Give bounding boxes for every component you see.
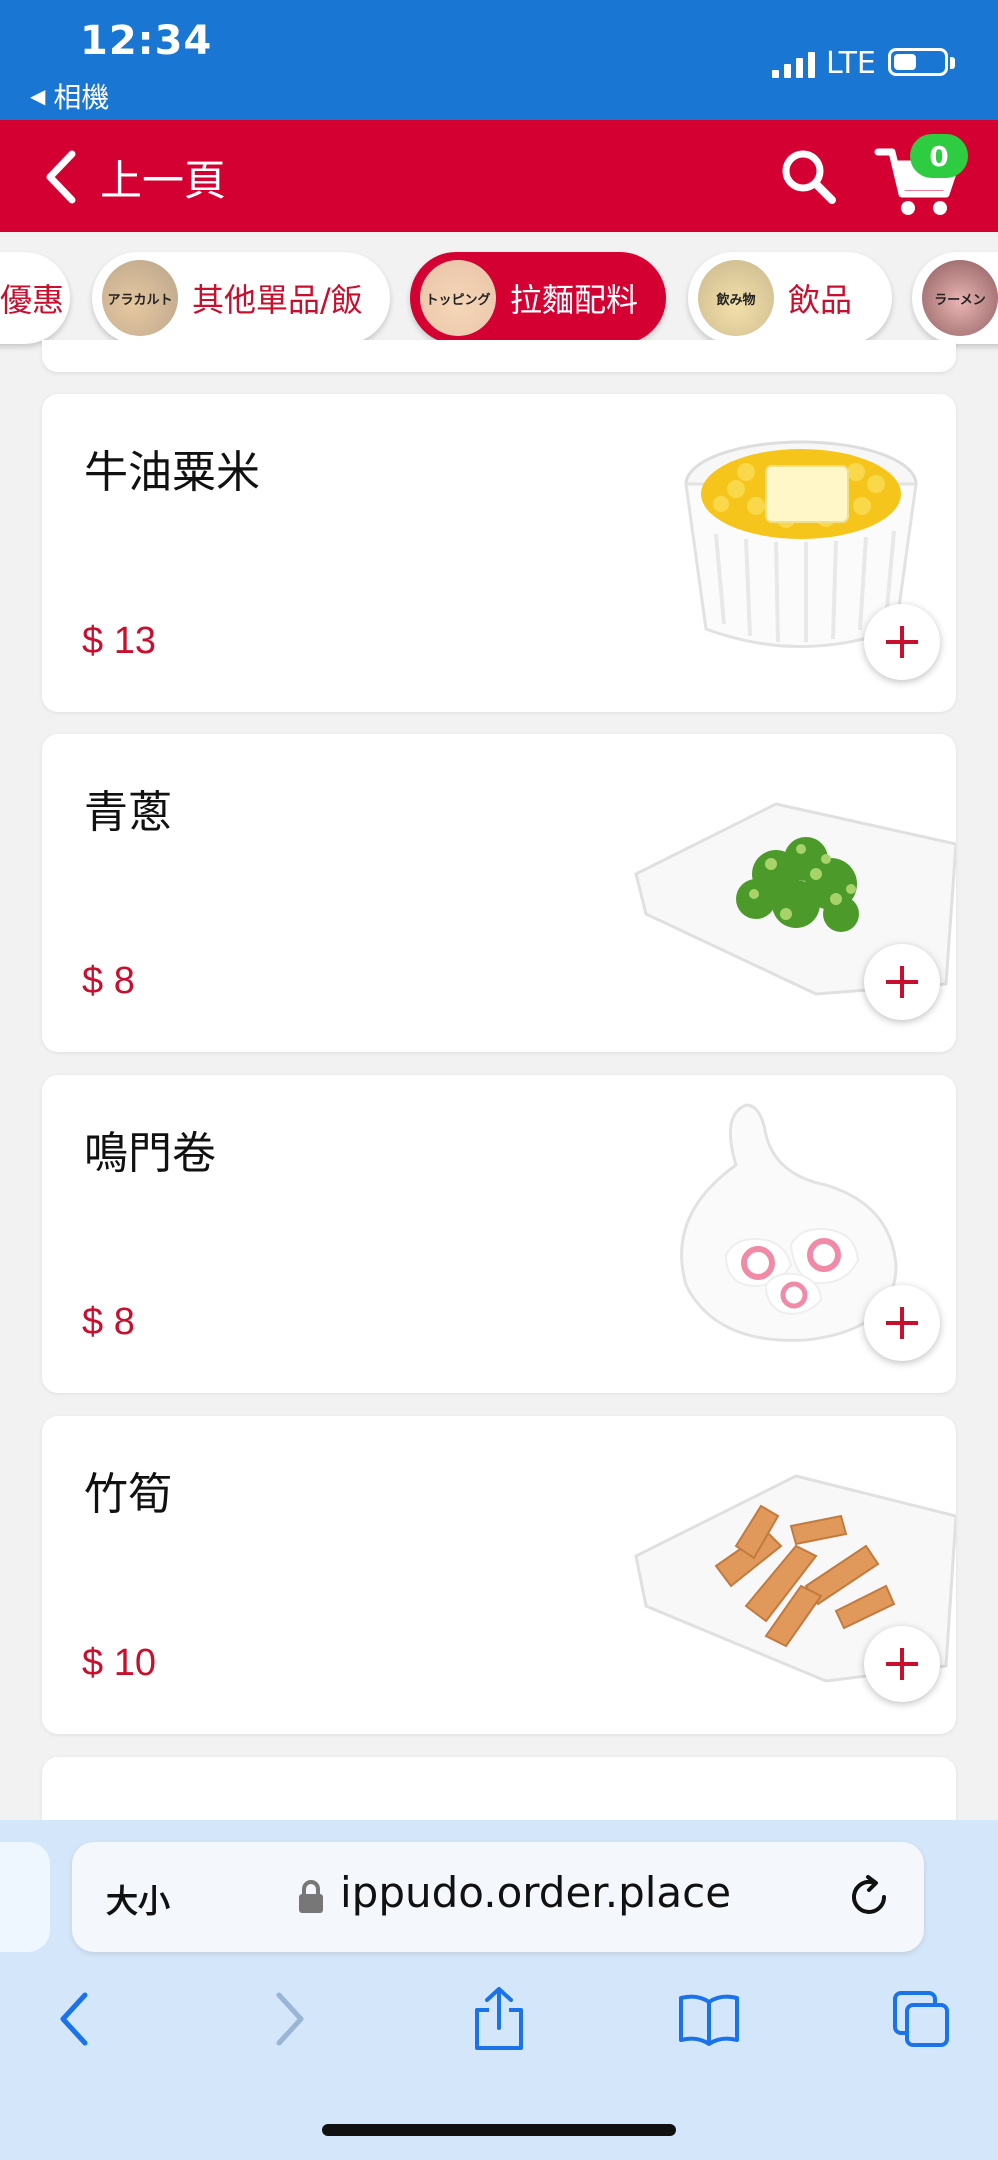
back-to-app-label: 相機 (53, 81, 110, 114)
category-label: 其他單品/飯 (192, 281, 363, 319)
category-chip-drinks[interactable]: 飲み物 飲品 (688, 252, 892, 344)
category-label: 優惠 (0, 281, 65, 319)
bookmarks-button[interactable] (674, 1984, 744, 2054)
item-name: 牛油粟米 (84, 447, 260, 498)
chevron-left-icon (46, 150, 76, 204)
add-to-cart-button[interactable] (864, 604, 940, 680)
back-button-label: 上一頁 (100, 155, 227, 205)
browser-back-button[interactable] (40, 1984, 110, 2054)
chevron-left-icon (60, 1992, 88, 2046)
add-to-cart-button[interactable] (864, 1626, 940, 1702)
plus-icon (886, 626, 918, 658)
add-to-cart-button[interactable] (864, 1285, 940, 1361)
plus-icon (886, 966, 918, 998)
item-name: 青蔥 (84, 787, 172, 838)
category-thumbnail: アラカルト (102, 260, 178, 336)
back-to-app-link[interactable]: ◀ 相機 (30, 76, 109, 116)
home-indicator (322, 2124, 676, 2136)
chevron-right-icon (276, 1992, 304, 2046)
category-thumbnail: トッピング (420, 260, 496, 336)
item-price: $ 8 (82, 1301, 135, 1343)
menu-item-card[interactable]: 牛油粟米 $ 13 (42, 394, 956, 712)
category-chip-offers[interactable]: 優惠 (0, 252, 70, 344)
search-icon[interactable] (778, 146, 838, 206)
book-icon (679, 1994, 739, 2046)
tabs-button[interactable] (886, 1984, 956, 2054)
category-label: 飲品 (788, 281, 853, 319)
category-label: 拉麵配料 (510, 281, 639, 319)
back-triangle-icon: ◀ (30, 84, 46, 108)
battery-icon (888, 48, 948, 76)
battery-level-fill (894, 54, 916, 70)
cart-count-badge: 0 (910, 134, 968, 178)
plus-icon (886, 1648, 918, 1680)
menu-item-card[interactable]: 竹筍 $ 10 (42, 1416, 956, 1734)
share-button[interactable] (464, 1984, 534, 2054)
share-icon (475, 1987, 523, 2050)
menu-item-card[interactable]: 鳴門卷 $ 8 (42, 1075, 956, 1393)
plus-icon (886, 1307, 918, 1339)
menu-item-card-partial (42, 340, 956, 372)
menu-item-card[interactable]: 青蔥 $ 8 (42, 734, 956, 1052)
app-header: 上一頁 (0, 120, 998, 232)
status-time: 12:34 (80, 18, 213, 64)
item-price: $ 13 (82, 620, 156, 662)
network-type: LTE (826, 46, 876, 81)
back-button[interactable]: 上一頁 (44, 142, 226, 212)
text-size-button[interactable]: 大小 (106, 1876, 170, 1922)
battery-cap (950, 57, 955, 69)
category-thumbnail: 飲み物 (698, 260, 774, 336)
item-price: $ 8 (82, 960, 135, 1002)
signal-icon (772, 52, 815, 78)
add-to-cart-button[interactable] (864, 944, 940, 1020)
previous-tab-address-bar[interactable] (0, 1842, 50, 1952)
tabs-icon (893, 1991, 949, 2047)
item-price: $ 10 (82, 1642, 156, 1684)
category-chip-ala-carte[interactable]: アラカルト 其他單品/飯 (92, 252, 390, 344)
item-name: 竹筍 (84, 1469, 172, 1520)
category-thumbnail: ラーメン (922, 260, 998, 336)
lock-icon (299, 1880, 323, 1913)
status-bar: 12:34 ◀ 相機 LTE (0, 0, 998, 120)
browser-forward-button[interactable] (254, 1984, 324, 2054)
reload-icon[interactable] (846, 1874, 892, 1920)
category-chip-toppings[interactable]: トッピング 拉麵配料 (410, 252, 666, 344)
address-bar[interactable]: 大小 ippudo.order.place (72, 1842, 924, 1952)
category-chip-ramen[interactable]: ラーメン (912, 252, 998, 344)
url-text: ippudo.order.place (340, 1868, 732, 1917)
item-name: 鳴門卷 (84, 1128, 216, 1179)
